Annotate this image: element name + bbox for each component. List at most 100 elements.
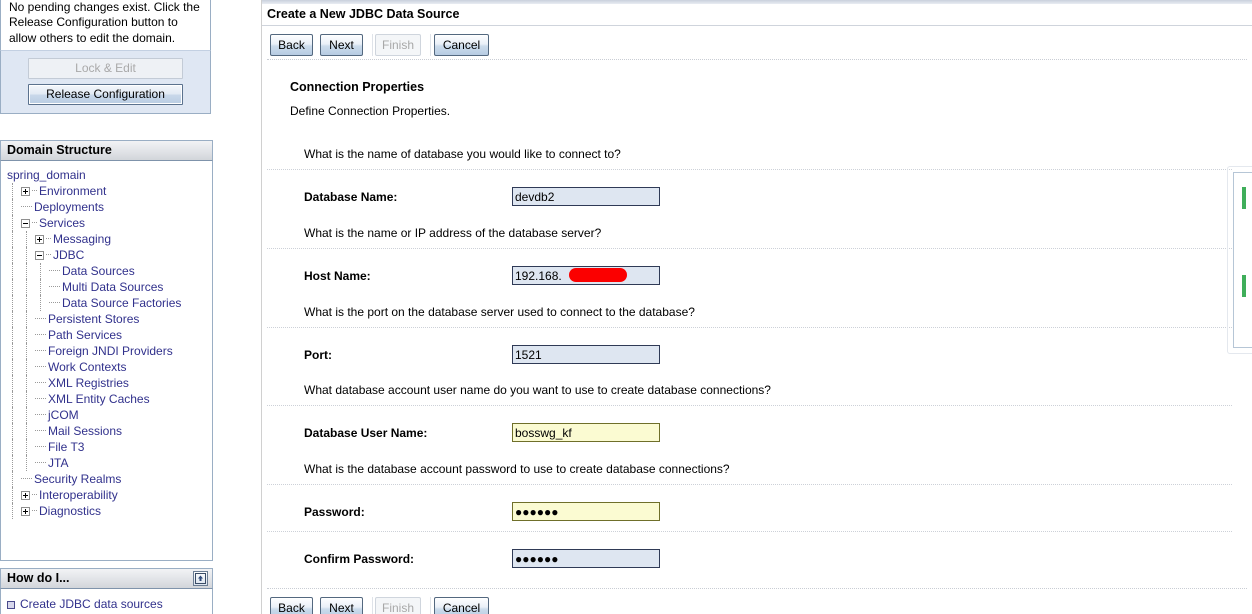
tree-connector <box>49 285 60 288</box>
tree-guide-line <box>26 279 27 295</box>
section-title: Connection Properties <box>290 80 425 94</box>
input-password[interactable] <box>512 502 660 521</box>
tree-node-label[interactable]: Services <box>39 216 85 230</box>
tree-node-persistent-stores[interactable]: Persistent Stores <box>1 311 212 327</box>
tree-node-jcom[interactable]: jCOM <box>1 407 212 423</box>
tree-node-work-contexts[interactable]: Work Contexts <box>1 359 212 375</box>
toolbar-separator-top <box>372 34 373 56</box>
tree-node-xml-registries[interactable]: XML Registries <box>1 375 212 391</box>
tree-node-label[interactable]: Mail Sessions <box>48 424 122 438</box>
tree-node-label[interactable]: Path Services <box>48 328 122 342</box>
tree-node-label[interactable]: Multi Data Sources <box>62 280 163 294</box>
next-button-bottom[interactable]: Next <box>320 597 363 614</box>
tree-node-diagnostics[interactable]: Diagnostics <box>1 503 212 519</box>
tree-node-label[interactable]: spring_domain <box>7 168 86 182</box>
collapse-icon[interactable] <box>21 219 30 229</box>
collapse-panel-icon[interactable] <box>193 571 208 586</box>
tree-node-jdbc[interactable]: JDBC <box>1 247 212 263</box>
tree-node-label[interactable]: File T3 <box>48 440 84 454</box>
main-content: Create a New JDBC Data Source Back Next … <box>262 0 1252 614</box>
input-port[interactable] <box>512 345 660 364</box>
tree-node-path-services[interactable]: Path Services <box>1 327 212 343</box>
tree-node-label[interactable]: JDBC <box>53 248 84 262</box>
back-button-bottom[interactable]: Back <box>270 597 313 614</box>
tree-node-multi-data-sources[interactable]: Multi Data Sources <box>1 279 212 295</box>
how-do-i-header: How do I... <box>0 568 213 589</box>
tree-node-label[interactable]: Messaging <box>53 232 111 246</box>
tree-guide-line <box>40 263 41 279</box>
wizard-toolbar-bottom: Back Next Finish Cancel <box>262 588 1252 614</box>
tree-node-label[interactable]: Deployments <box>34 200 104 214</box>
input-confirm-password[interactable] <box>512 549 660 568</box>
tree-node-xml-entity-caches[interactable]: XML Entity Caches <box>1 391 212 407</box>
tree-connector <box>35 317 46 320</box>
tree-node-foreign-jndi-providers[interactable]: Foreign JNDI Providers <box>1 343 212 359</box>
cancel-button-bottom[interactable]: Cancel <box>434 597 489 614</box>
tree-node-label[interactable]: Data Source Factories <box>62 296 181 310</box>
section-subtitle: Define Connection Properties. <box>290 104 451 118</box>
tree-node-security-realms[interactable]: Security Realms <box>1 471 212 487</box>
tree-connector <box>35 333 46 336</box>
finish-button-bottom: Finish <box>375 597 421 614</box>
tree-node-label[interactable]: Environment <box>39 184 106 198</box>
expand-icon[interactable] <box>21 491 30 501</box>
tree-node-environment[interactable]: Environment <box>1 183 212 199</box>
tree-guide-line <box>12 359 13 375</box>
domain-structure-panel: Domain Structure spring_domain Environmen… <box>0 140 213 561</box>
how-do-i-item[interactable]: Create JDBC data sources <box>7 596 212 612</box>
collapse-icon[interactable] <box>35 251 44 261</box>
tree-node-label[interactable]: Foreign JNDI Providers <box>48 344 173 358</box>
expand-icon[interactable] <box>21 187 30 197</box>
expand-icon[interactable] <box>21 507 30 517</box>
field-label: Host Name: <box>304 269 371 283</box>
tree-node-interoperability[interactable]: Interoperability <box>1 487 212 503</box>
lock-and-edit-button[interactable]: Lock & Edit <box>28 58 183 80</box>
tree-guide-line <box>12 183 13 199</box>
input-database-user-name[interactable] <box>512 423 660 442</box>
change-center-panel: No pending changes exist. Click the Rele… <box>0 0 211 115</box>
tree-connector <box>49 301 60 304</box>
tree-node-label[interactable]: JTA <box>48 456 68 470</box>
tree-node-file-t3[interactable]: File T3 <box>1 439 212 455</box>
tree-node-mail-sessions[interactable]: Mail Sessions <box>1 423 212 439</box>
how-do-i-header-label: How do I... <box>7 571 70 585</box>
expand-icon[interactable] <box>35 235 44 245</box>
field-question: What is the name or IP address of the da… <box>304 226 602 240</box>
tree-node-services[interactable]: Services <box>1 215 212 231</box>
tree-node-data-source-factories[interactable]: Data Source Factories <box>1 295 212 311</box>
tree-guide-line <box>26 295 27 311</box>
release-configuration-button[interactable]: Release Configuration <box>28 84 183 106</box>
tree-guide-line <box>26 391 27 407</box>
finish-button-top: Finish <box>375 34 421 56</box>
wizard-toolbar-top: Back Next Finish Cancel <box>262 30 1252 60</box>
tree-node-deployments[interactable]: Deployments <box>1 199 212 215</box>
tree-node-label[interactable]: Work Contexts <box>48 360 126 374</box>
tree-node-data-sources[interactable]: Data Sources <box>1 263 212 279</box>
how-do-i-link[interactable]: Create JDBC data sources <box>20 597 163 611</box>
input-database-name[interactable] <box>512 187 660 206</box>
row-separator <box>267 248 1232 250</box>
field-question: What is the name of database you would l… <box>304 147 621 161</box>
tree-guide-line <box>12 503 13 519</box>
cancel-button-top[interactable]: Cancel <box>434 34 489 56</box>
toolbar-divider-bottom <box>267 588 1247 590</box>
back-button-top[interactable]: Back <box>270 34 313 56</box>
tree-node-label[interactable]: Data Sources <box>62 264 135 278</box>
tree-node-label[interactable]: XML Registries <box>48 376 129 390</box>
right-edge-panel[interactable] <box>1233 172 1252 348</box>
tree-node-label[interactable]: XML Entity Caches <box>48 392 150 406</box>
tree-node-messaging[interactable]: Messaging <box>1 231 212 247</box>
tree-node-label[interactable]: Persistent Stores <box>48 312 139 326</box>
tree-node-label[interactable]: jCOM <box>48 408 79 422</box>
tree-node-label[interactable]: Diagnostics <box>39 504 101 518</box>
tree-guide-line <box>26 343 27 359</box>
tree-connector <box>32 189 37 192</box>
tree-guide-line <box>26 247 27 263</box>
tree-node-label[interactable]: Security Realms <box>34 472 121 486</box>
tree-node-jta[interactable]: JTA <box>1 455 212 471</box>
tree-connector <box>49 269 60 272</box>
next-button-top[interactable]: Next <box>320 34 363 56</box>
tree-node-label[interactable]: Interoperability <box>39 488 118 502</box>
tree-node-spring-domain[interactable]: spring_domain <box>1 167 212 183</box>
tree-guide-line <box>26 407 27 423</box>
